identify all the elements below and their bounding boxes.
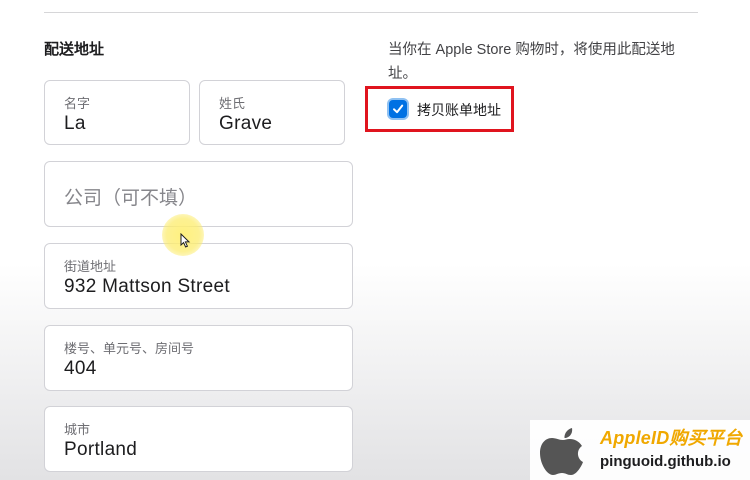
mouse-cursor-icon xyxy=(180,233,191,248)
copy-billing-highlight: 拷贝账单地址 xyxy=(365,86,514,132)
watermark-title: AppleID购买平台 xyxy=(600,428,743,448)
section-title: 配送地址 xyxy=(44,41,105,58)
unit-field[interactable]: 楼号、单元号、房间号 404 xyxy=(44,325,353,391)
city-value: Portland xyxy=(64,439,138,460)
last-name-label: 姓氏 xyxy=(219,96,246,111)
first-name-field[interactable]: 名字 La xyxy=(44,80,190,145)
last-name-field[interactable]: 姓氏 Grave xyxy=(199,80,345,145)
street-address-field[interactable]: 街道地址 932 Mattson Street xyxy=(44,243,353,309)
city-field[interactable]: 城市 Portland xyxy=(44,406,353,472)
divider xyxy=(44,12,698,13)
city-label: 城市 xyxy=(64,422,91,437)
last-name-value: Grave xyxy=(219,113,273,134)
unit-label: 楼号、单元号、房间号 xyxy=(64,341,195,356)
first-name-label: 名字 xyxy=(64,96,91,111)
unit-value: 404 xyxy=(64,358,97,379)
first-name-value: La xyxy=(64,113,86,134)
street-address-value: 932 Mattson Street xyxy=(64,276,230,297)
copy-billing-checkbox[interactable] xyxy=(389,100,407,118)
apple-logo-icon xyxy=(540,428,583,475)
check-icon xyxy=(393,104,404,114)
watermark-url: pinguoid.github.io xyxy=(600,453,731,470)
watermark: AppleID购买平台 pinguoid.github.io xyxy=(530,420,750,480)
shipping-hint: 当你在 Apple Store 购物时，将使用此配送地址。 xyxy=(388,42,675,82)
company-field[interactable]: 公司（可不填） xyxy=(44,161,353,227)
copy-billing-label[interactable]: 拷贝账单地址 xyxy=(417,100,501,120)
street-address-label: 街道地址 xyxy=(64,259,117,274)
company-placeholder: 公司（可不填） xyxy=(64,188,198,209)
